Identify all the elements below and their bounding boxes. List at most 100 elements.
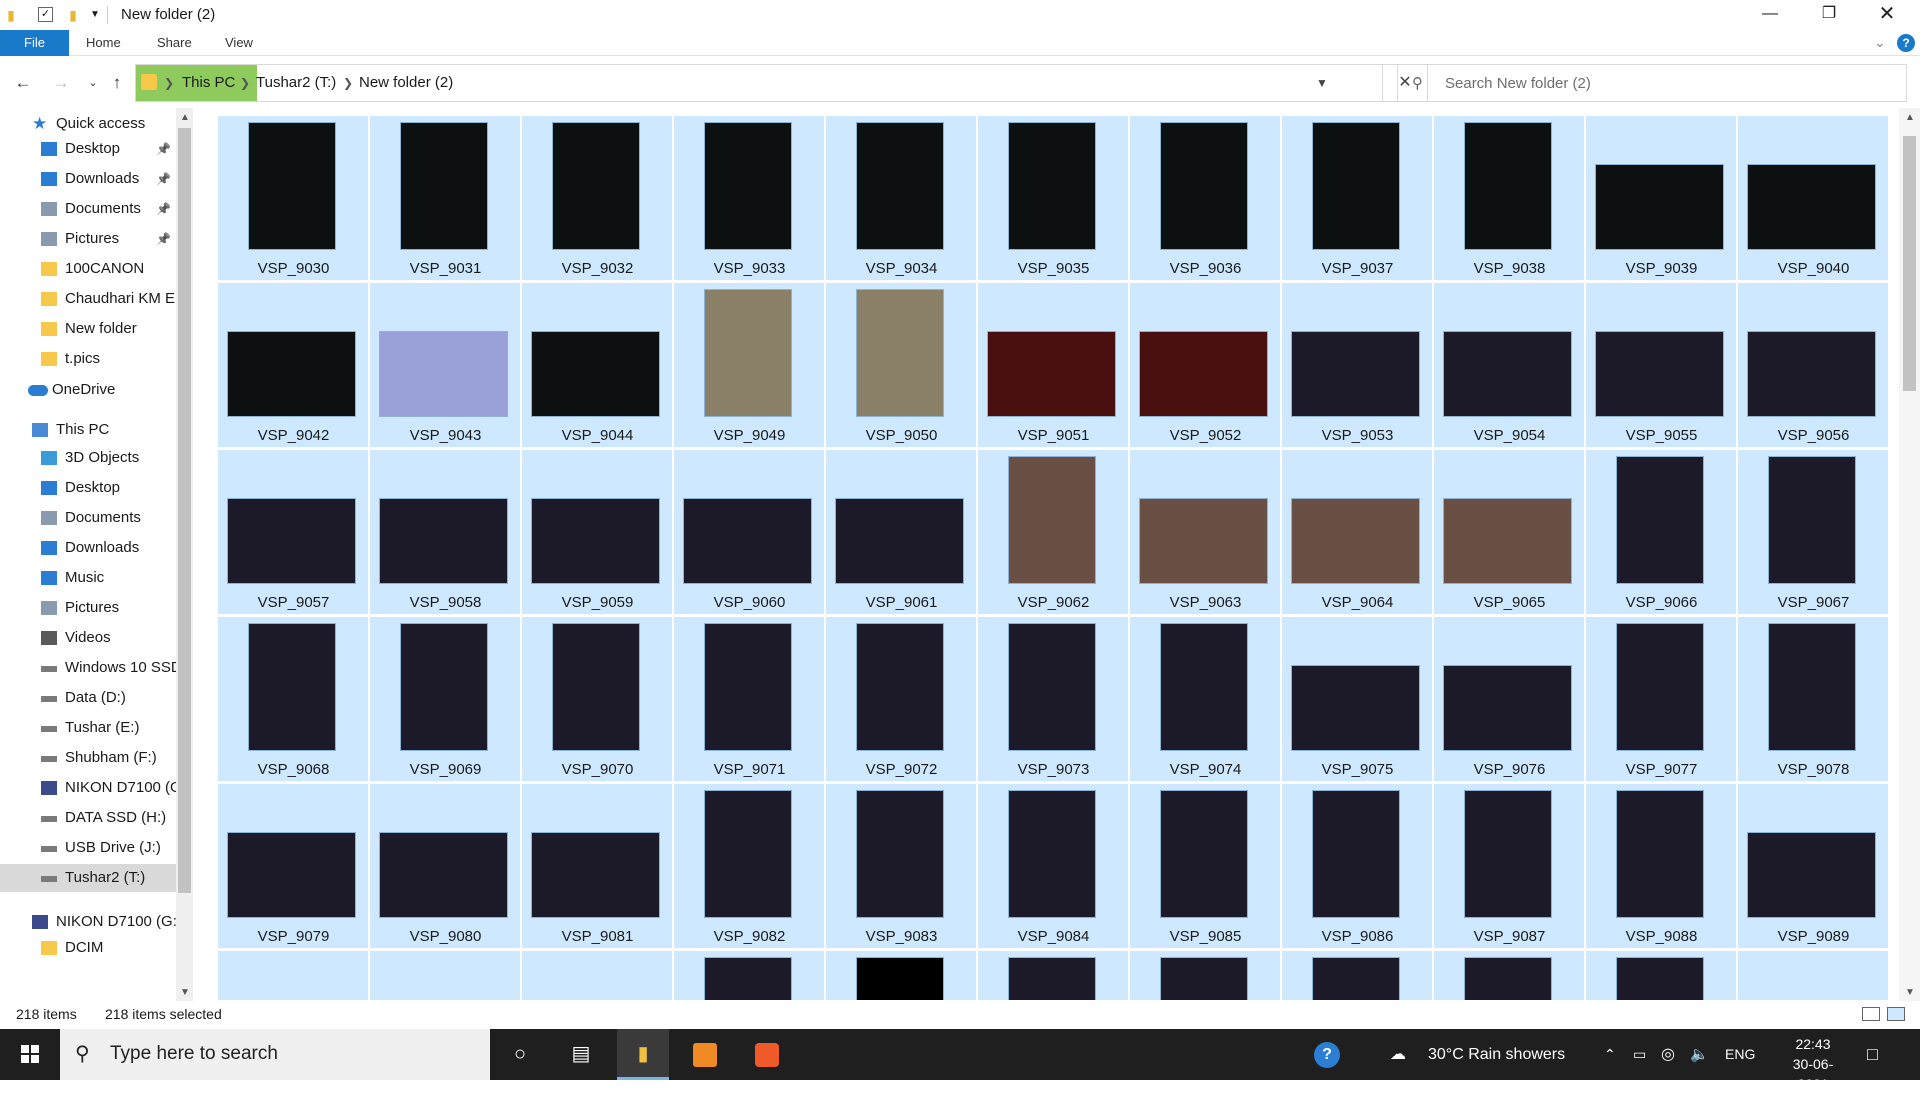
large-icons-view-icon[interactable]	[1887, 1007, 1905, 1021]
pin-icon[interactable]: 📌	[156, 195, 171, 223]
file-item[interactable]: VSP_9032	[522, 116, 673, 281]
weather-text[interactable]: 30°C Rain showers	[1428, 1029, 1565, 1080]
file-item[interactable]: VSP_9055	[1586, 283, 1737, 448]
file-item[interactable]	[218, 951, 369, 1000]
close-button[interactable]: ✕	[1858, 0, 1916, 30]
file-item[interactable]: VSP_9074	[1130, 617, 1281, 782]
breadcrumb-drive[interactable]: Tushar2 (T:)	[256, 65, 336, 101]
file-item[interactable]: VSP_9072	[826, 617, 977, 782]
scrollbar-thumb[interactable]	[1903, 136, 1916, 391]
network-icon[interactable]: ◎	[1661, 1029, 1675, 1080]
pin-icon[interactable]: 📌	[156, 165, 171, 193]
sidebar-item-pc-11[interactable]: NIKON D7100 (G	[0, 774, 176, 802]
help-icon[interactable]: ?	[1897, 34, 1915, 52]
search-input[interactable]	[1445, 65, 1895, 101]
back-button[interactable]: ←	[12, 72, 34, 94]
volume-icon[interactable]: 🔈	[1690, 1029, 1709, 1080]
sublime-text-icon[interactable]	[679, 1029, 731, 1080]
file-tab[interactable]: File	[0, 30, 69, 56]
file-item[interactable]: VSP_9051	[978, 283, 1129, 448]
file-item[interactable]	[978, 951, 1129, 1000]
file-item[interactable]: VSP_9075	[1282, 617, 1433, 782]
sidebar-item-pc-2[interactable]: Documents	[0, 504, 176, 532]
show-hidden-icons-icon[interactable]: ⌃	[1604, 1029, 1616, 1080]
file-item[interactable]: VSP_9052	[1130, 283, 1281, 448]
file-item[interactable]	[1282, 951, 1433, 1000]
breadcrumb-folder[interactable]: New folder (2)	[359, 65, 453, 101]
file-item[interactable]: VSP_9080	[370, 784, 521, 949]
file-item[interactable]: VSP_9042	[218, 283, 369, 448]
file-item[interactable]	[522, 951, 673, 1000]
sidebar-item-pc-3[interactable]: Downloads	[0, 534, 176, 562]
app-icon[interactable]	[741, 1029, 793, 1080]
up-button[interactable]: ↑	[106, 72, 128, 94]
taskbar-search[interactable]: ⚲ Type here to search	[60, 1029, 490, 1080]
expand-ribbon-icon[interactable]: ⌄	[1874, 34, 1886, 51]
recent-locations-icon[interactable]: ⌄	[82, 72, 104, 94]
file-item[interactable]: VSP_9070	[522, 617, 673, 782]
sidebar-item-nikon[interactable]: NIKON D7100 (G:)	[0, 908, 176, 936]
sidebar-item-pc-10[interactable]: Shubham (F:)	[0, 744, 176, 772]
tab-home[interactable]: Home	[86, 30, 121, 56]
file-item[interactable]	[674, 951, 825, 1000]
file-item[interactable]: VSP_9088	[1586, 784, 1737, 949]
sidebar-item-pc-1[interactable]: Desktop	[0, 474, 176, 502]
sidebar-item-pc-0[interactable]: 3D Objects	[0, 444, 176, 472]
file-item[interactable]: VSP_9035	[978, 116, 1129, 281]
file-item[interactable]: VSP_9082	[674, 784, 825, 949]
file-item[interactable]	[1738, 951, 1888, 1000]
maximize-button[interactable]: ❐	[1800, 0, 1858, 30]
sidebar-item-quick-1[interactable]: Downloads 📌	[0, 165, 176, 193]
file-item[interactable]: VSP_9083	[826, 784, 977, 949]
cortana-icon[interactable]: ○	[494, 1029, 546, 1080]
file-item[interactable]: VSP_9033	[674, 116, 825, 281]
search-box[interactable]: ⚲	[1397, 64, 1907, 102]
scroll-down-icon[interactable]: ▼	[180, 987, 190, 998]
file-item[interactable]: VSP_9037	[1282, 116, 1433, 281]
file-item[interactable]: VSP_9050	[826, 283, 977, 448]
sidebar-item-quick-4[interactable]: 100CANON	[0, 255, 176, 283]
sidebar-item-quick-3[interactable]: Pictures 📌	[0, 225, 176, 253]
tab-view[interactable]: View	[225, 30, 253, 56]
file-item[interactable]: VSP_9087	[1434, 784, 1585, 949]
file-item[interactable]: VSP_9060	[674, 450, 825, 615]
file-item[interactable]: VSP_9068	[218, 617, 369, 782]
pin-icon[interactable]: 📌	[156, 225, 171, 253]
file-item[interactable]: VSP_9043	[370, 283, 521, 448]
sidebar-item-pc-4[interactable]: Music	[0, 564, 176, 592]
sidebar-item-pc-14[interactable]: Tushar2 (T:)	[0, 864, 176, 892]
minimize-button[interactable]: —	[1741, 0, 1799, 30]
file-item[interactable]: VSP_9031	[370, 116, 521, 281]
file-item[interactable]: VSP_9062	[978, 450, 1129, 615]
clock[interactable]: 22:43 30-06-2021	[1783, 1034, 1843, 1094]
file-item[interactable]: VSP_9077	[1586, 617, 1737, 782]
file-item[interactable]	[1130, 951, 1281, 1000]
chevron-right-icon[interactable]: ❯	[164, 65, 174, 101]
properties-icon[interactable]: ✓	[38, 7, 53, 22]
sidebar-item-onedrive[interactable]: OneDrive	[0, 376, 176, 404]
sidebar-item-pc-9[interactable]: Tushar (E:)	[0, 714, 176, 742]
file-item[interactable]: VSP_9061	[826, 450, 977, 615]
sidebar-item-quick-2[interactable]: Documents 📌	[0, 195, 176, 223]
quick-access[interactable]: ★ Quick access	[0, 110, 176, 138]
file-item[interactable]: VSP_9053	[1282, 283, 1433, 448]
file-item[interactable]: VSP_9030	[218, 116, 369, 281]
scroll-up-icon[interactable]: ▲	[180, 112, 190, 123]
sidebar-item-pc-8[interactable]: Data (D:)	[0, 684, 176, 712]
file-item[interactable]: VSP_9040	[1738, 116, 1888, 281]
breadcrumb-this-pc[interactable]: This PC	[182, 65, 235, 101]
file-item[interactable]: VSP_9076	[1434, 617, 1585, 782]
file-item[interactable]: VSP_9044	[522, 283, 673, 448]
tab-share[interactable]: Share	[157, 30, 192, 56]
file-item[interactable]: VSP_9081	[522, 784, 673, 949]
task-view-icon[interactable]: ▤	[555, 1029, 607, 1080]
file-item[interactable]: VSP_9063	[1130, 450, 1281, 615]
file-item[interactable]	[370, 951, 521, 1000]
battery-icon[interactable]: ▭	[1633, 1029, 1646, 1080]
file-item[interactable]: VSP_9071	[674, 617, 825, 782]
file-explorer-icon[interactable]: ▮	[617, 1029, 669, 1080]
file-item[interactable]: VSP_9039	[1586, 116, 1737, 281]
chevron-right-icon[interactable]: ❯	[240, 65, 250, 101]
sidebar-item-pc-6[interactable]: Videos	[0, 624, 176, 652]
new-folder-icon[interactable]: ▮	[64, 5, 82, 25]
